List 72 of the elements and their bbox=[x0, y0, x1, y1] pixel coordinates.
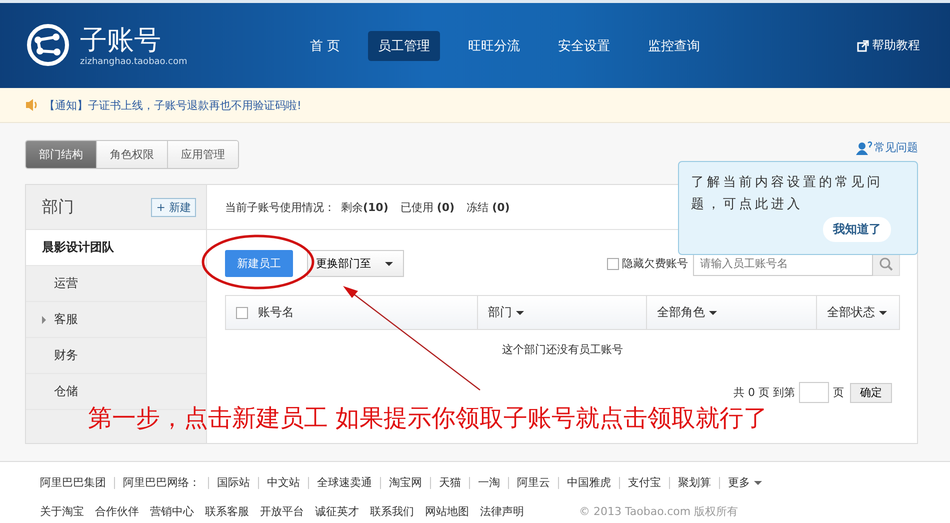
nav-item[interactable]: 监控查询 bbox=[638, 30, 710, 60]
got-it-button[interactable]: 我知道了 bbox=[823, 217, 891, 242]
sidebar-item[interactable]: 客服 bbox=[26, 302, 206, 338]
sidebar-item[interactable]: 运营 bbox=[26, 266, 206, 302]
usage-stat: 已使用 (0) bbox=[400, 200, 455, 214]
copyright: © 2013 Taobao.com 版权所有 bbox=[579, 504, 738, 519]
caret-icon bbox=[879, 310, 887, 314]
column-filter-dropdown[interactable]: 全部状态 bbox=[827, 304, 887, 321]
move-department-dropdown[interactable]: 更换部门至 bbox=[307, 250, 404, 277]
search-icon bbox=[879, 256, 893, 270]
footer-link[interactable]: 阿里巴巴集团 bbox=[40, 475, 106, 490]
tab[interactable]: 角色权限 bbox=[97, 141, 168, 168]
column-filter-dropdown[interactable]: 全部角色 bbox=[657, 304, 717, 321]
checkbox[interactable] bbox=[236, 306, 248, 318]
nav-item[interactable]: 员工管理 bbox=[368, 30, 440, 60]
tab[interactable]: 应用管理 bbox=[168, 141, 238, 168]
footer-link[interactable]: 更多 bbox=[728, 475, 762, 490]
page-input[interactable] bbox=[799, 382, 829, 403]
footer-link[interactable]: 诚征英才 bbox=[315, 504, 359, 519]
caret-icon bbox=[385, 262, 393, 266]
footer-link[interactable]: 法律声明 bbox=[480, 504, 524, 519]
page-label: 共 0 页 到第 bbox=[734, 385, 795, 400]
speaker-icon bbox=[24, 97, 38, 113]
caret-icon bbox=[516, 310, 524, 314]
nav-item[interactable]: 旺旺分流 bbox=[458, 30, 530, 60]
caret-icon bbox=[754, 480, 762, 484]
footer-link[interactable]: 网站地图 bbox=[425, 504, 469, 519]
footer-link[interactable]: 淘宝网 bbox=[389, 475, 422, 490]
usage-label: 当前子账号使用情况： bbox=[225, 200, 335, 214]
tooltip-text: 了解当前内容设置的常见问题，可点此进入 bbox=[691, 174, 884, 214]
footer-link[interactable]: 开放平台 bbox=[260, 504, 304, 519]
caret-icon bbox=[709, 310, 717, 314]
new-department-button[interactable]: + 新建 bbox=[151, 198, 196, 216]
column-header: 账号名 bbox=[258, 304, 294, 321]
footer-link[interactable]: 联系我们 bbox=[370, 504, 414, 519]
new-employee-button[interactable]: 新建员工 bbox=[225, 250, 293, 277]
checkbox[interactable] bbox=[607, 258, 619, 270]
footer-link[interactable]: 合作伙伴 bbox=[95, 504, 139, 519]
footer-link[interactable]: 关于淘宝 bbox=[40, 504, 84, 519]
footer-link[interactable]: 中国雅虎 bbox=[567, 475, 611, 490]
footer-link[interactable]: 全球速卖通 bbox=[317, 475, 372, 490]
help-link[interactable]: 帮助教程 bbox=[872, 37, 920, 54]
footer-link[interactable]: 聚划算 bbox=[678, 475, 711, 490]
checkbox-label: 隐藏欠费账号 bbox=[622, 256, 688, 271]
nav-item[interactable]: 首 页 bbox=[300, 30, 350, 60]
footer-link[interactable]: 一淘 bbox=[478, 475, 500, 490]
notice-text: 【通知】子证书上线，子账号退款再也不用验证码啦! bbox=[44, 98, 302, 112]
page-label: 页 bbox=[833, 385, 844, 400]
faq-link[interactable]: 常见问题 bbox=[874, 140, 918, 155]
sidebar-item[interactable]: 晨影设计团队 bbox=[26, 230, 206, 266]
logo-subtitle: zizhanghao.taobao.com bbox=[80, 56, 188, 66]
nav-item[interactable]: 安全设置 bbox=[548, 30, 620, 60]
footer-link[interactable]: 天猫 bbox=[439, 475, 461, 490]
usage-stat: 剩余(10) bbox=[341, 200, 388, 214]
footer-link[interactable]: 阿里云 bbox=[517, 475, 550, 490]
sidebar-item[interactable]: 财务 bbox=[26, 338, 206, 374]
footer-link[interactable]: 联系客服 bbox=[205, 504, 249, 519]
footer-link[interactable]: 阿里巴巴网络： bbox=[123, 475, 200, 490]
footer-link[interactable]: 营销中心 bbox=[150, 504, 194, 519]
column-filter-dropdown[interactable]: 部门 bbox=[488, 304, 524, 321]
external-link-icon bbox=[857, 40, 869, 52]
footer-link[interactable]: 国际站 bbox=[217, 475, 250, 490]
user-question-icon bbox=[856, 140, 872, 154]
sidebar-title: 部门 bbox=[42, 196, 74, 218]
usage-stat: 冻结 (0) bbox=[466, 200, 510, 214]
footer-link[interactable]: 中文站 bbox=[267, 475, 300, 490]
tab[interactable]: 部门结构 bbox=[26, 141, 97, 168]
logo-title: 子账号 bbox=[80, 24, 162, 56]
empty-message: 这个部门还没有员工账号 bbox=[501, 342, 624, 358]
confirm-button[interactable]: 确定 bbox=[850, 382, 892, 402]
logo-icon bbox=[26, 22, 72, 68]
footer-link[interactable]: 支付宝 bbox=[628, 475, 661, 490]
